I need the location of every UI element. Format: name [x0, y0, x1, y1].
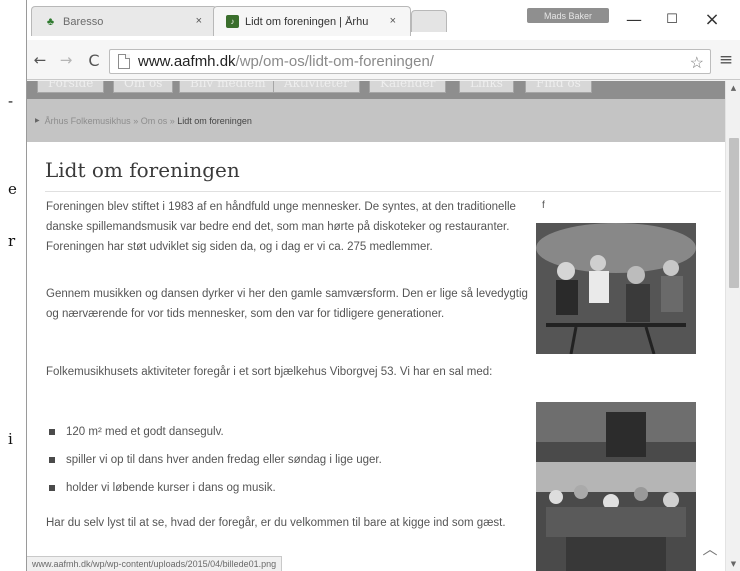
forward-arrow-icon[interactable]: →: [55, 49, 77, 71]
back-arrow-icon[interactable]: ←: [29, 49, 51, 71]
bullet-icon: [49, 429, 55, 435]
tab-title: Baresso: [63, 15, 104, 28]
page-title: Lidt om foreningen: [45, 158, 240, 182]
tab-title: Lidt om foreningen | Århu: [245, 15, 369, 28]
minimize-button[interactable]: —: [617, 8, 651, 30]
close-tab-icon[interactable]: ×: [196, 15, 202, 27]
url-host: www.aafmh.dk: [138, 53, 236, 70]
maximize-button[interactable]: ☐: [655, 8, 689, 30]
article-paragraph: Har du selv lyst til at se, hvad der for…: [46, 517, 506, 529]
scroll-up-arrow-icon[interactable]: ▲: [726, 81, 740, 95]
image-caption: f: [542, 200, 545, 211]
baresso-favicon-icon: ♣: [46, 15, 55, 28]
musicians-photo[interactable]: [536, 223, 696, 354]
nav-item-bliv-medlem[interactable]: Bliv medlem: [179, 81, 277, 93]
close-tab-icon[interactable]: ×: [390, 15, 396, 27]
list-item-text: spiller vi op til dans hver anden fredag…: [66, 454, 382, 466]
feature-list: 120 m² med et godt dansegulv. spiller vi…: [46, 418, 534, 502]
article-paragraph: Folkemusikhusets aktiviteter foregår i e…: [46, 366, 493, 378]
scrollbar-thumb[interactable]: [729, 138, 739, 288]
musicians-photo-image: [536, 223, 696, 354]
background-text-fragment: -: [8, 92, 14, 110]
menu-icon[interactable]: ≡: [715, 49, 737, 71]
site-favicon-icon: ♪: [226, 15, 239, 28]
nav-item-find-os[interactable]: Find os: [525, 81, 592, 93]
breadcrumb-item-om-os[interactable]: Om os: [141, 116, 168, 126]
list-item: 120 m² med et godt dansegulv.: [46, 418, 534, 446]
reload-icon[interactable]: C: [83, 49, 105, 71]
title-divider: [45, 191, 721, 192]
nav-item-kalender[interactable]: Kalender: [369, 81, 447, 93]
nav-item-forside[interactable]: Forside: [37, 81, 105, 93]
tab-baresso[interactable]: ♣ Baresso ×: [31, 6, 217, 36]
url-path: /wp/om-os/lidt-om-foreningen/: [235, 53, 434, 70]
tab-lidt-om-foreningen[interactable]: ♪ Lidt om foreningen | Århu ×: [213, 6, 411, 36]
breadcrumb-item-home[interactable]: Århus Folkemusikhus: [45, 116, 131, 126]
list-item: holder vi løbende kurser i dans og musik…: [46, 474, 534, 502]
list-item-text: holder vi løbende kurser i dans og musik…: [66, 482, 276, 494]
nav-item-om-os[interactable]: Om os: [113, 81, 174, 93]
background-text-fragment: r: [8, 232, 16, 250]
bookmark-star-icon[interactable]: ☆: [690, 53, 704, 73]
address-bar[interactable]: www.aafmh.dk/wp/om-os/lidt-om-foreningen…: [109, 49, 711, 74]
article-paragraph: Gennem musikken og dansen dyrker vi her …: [46, 288, 528, 320]
profile-badge[interactable]: Mads Baker: [527, 8, 609, 23]
background-document: - e r i: [0, 0, 26, 571]
nav-item-links[interactable]: Links: [459, 81, 514, 93]
bullet-icon: [49, 485, 55, 491]
status-bar-url: www.aafmh.dk/wp/wp-content/uploads/2015/…: [27, 556, 283, 571]
browser-toolbar: ← → C www.aafmh.dk/wp/om-os/lidt-om-fore…: [27, 40, 740, 80]
vertical-scrollbar[interactable]: ▲ ▼: [725, 81, 740, 571]
gathering-photo-image: [536, 402, 696, 571]
background-text-fragment: i: [8, 430, 13, 448]
breadcrumb: ▶ Århus Folkemusikhus » Om os » Lidt om …: [27, 99, 725, 142]
list-item-text: 120 m² med et godt dansegulv.: [66, 426, 224, 438]
page-viewport: Forside Om os Bliv medlem Aktiviteter Ka…: [27, 81, 725, 571]
gathering-photo[interactable]: [536, 402, 696, 571]
article: Lidt om foreningen Foreningen blev stift…: [35, 142, 725, 571]
list-item: spiller vi op til dans hver anden fredag…: [46, 446, 534, 474]
bullet-icon: [49, 457, 55, 463]
page-icon: [118, 54, 130, 69]
close-window-button[interactable]: ×: [695, 8, 729, 30]
site-navigation: Forside Om os Bliv medlem Aktiviteter Ka…: [27, 81, 725, 99]
tab-strip: ♣ Baresso × ♪ Lidt om foreningen | Århu …: [27, 0, 740, 40]
nav-item-aktiviteter[interactable]: Aktiviteter: [273, 81, 360, 93]
browser-window: ♣ Baresso × ♪ Lidt om foreningen | Århu …: [26, 0, 740, 571]
breadcrumb-arrow-icon: ▶: [35, 118, 40, 124]
new-tab-button[interactable]: [411, 10, 447, 32]
back-to-top-icon[interactable]: ︿: [699, 540, 721, 558]
background-text-fragment: e: [8, 180, 17, 198]
breadcrumb-item-current: Lidt om foreningen: [177, 115, 252, 126]
article-paragraph: Foreningen blev stiftet i 1983 af en hån…: [46, 201, 516, 253]
scroll-down-arrow-icon[interactable]: ▼: [726, 557, 740, 571]
